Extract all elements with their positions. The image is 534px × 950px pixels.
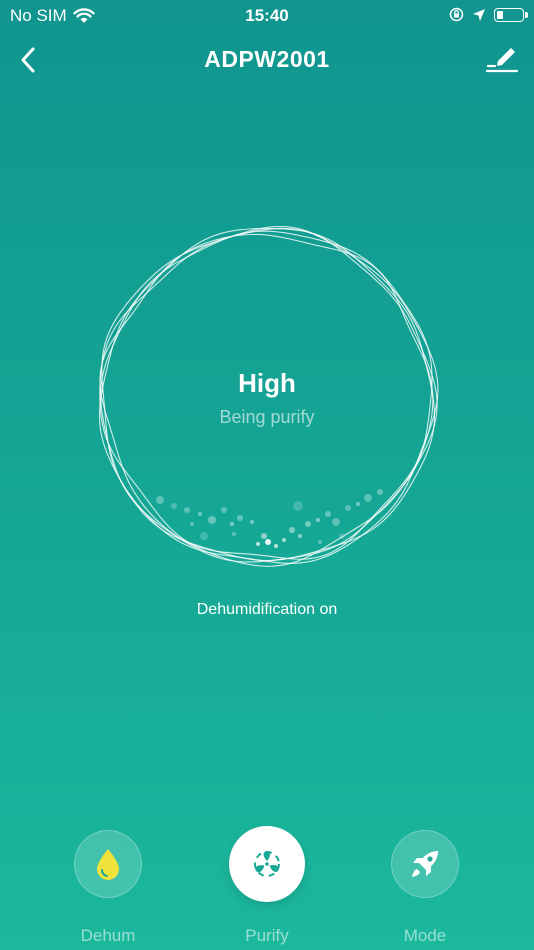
ring-particle — [230, 522, 234, 526]
status-ring — [92, 224, 442, 574]
ring-particle — [325, 511, 331, 517]
purify-label: Purify — [245, 926, 289, 945]
ring-particle — [237, 515, 243, 521]
ring-particle — [184, 507, 190, 513]
mode-label: Mode — [403, 926, 447, 945]
edit-button[interactable] — [484, 42, 520, 78]
status-bar: No SIM 15:40 — [0, 0, 534, 30]
water-drop-icon — [97, 849, 119, 880]
dehum-label: Dehum — [80, 926, 136, 945]
ring-particle — [289, 527, 295, 533]
dehum-circle[interactable] — [74, 830, 142, 898]
rocket-icon — [412, 851, 438, 877]
purify-button[interactable]: Purify — [207, 826, 327, 945]
fan-icon — [254, 851, 280, 877]
ring-particle — [198, 512, 202, 516]
dehumidification-status: Dehumidification on — [196, 601, 338, 618]
edit-pencil-icon — [485, 48, 519, 73]
ring-particle — [364, 494, 372, 502]
ring-particle — [318, 540, 322, 544]
ring-particle — [256, 542, 260, 546]
ring-particle — [298, 534, 302, 538]
ring-particle — [339, 533, 345, 539]
ring-particle — [282, 538, 286, 542]
ring-particle — [190, 522, 194, 526]
purify-circle[interactable] — [229, 826, 305, 902]
battery-level — [497, 10, 503, 19]
ring-particle — [274, 544, 278, 548]
ring-particle — [265, 539, 271, 545]
orientation-lock-icon — [449, 7, 464, 22]
ring-particle — [332, 518, 340, 526]
ring-particle — [305, 521, 311, 527]
dehum-button[interactable]: Dehum — [48, 826, 168, 945]
ring-particle — [232, 532, 236, 536]
mode-status-text: Being purify — [219, 407, 315, 427]
ring-particle — [156, 496, 164, 504]
ring-particle — [221, 507, 227, 513]
ring-particle — [208, 516, 216, 524]
ring-particle — [293, 501, 303, 511]
mode-button[interactable]: Mode — [365, 826, 485, 945]
battery-icon — [494, 7, 528, 22]
status-bar-right — [449, 7, 528, 22]
mode-circle[interactable] — [391, 830, 459, 898]
ring-particle — [316, 518, 320, 522]
mode-level-text: High — [238, 368, 296, 398]
location-arrow-icon — [473, 8, 485, 21]
purify-ring-graphic — [98, 225, 439, 567]
ring-particle — [345, 505, 351, 511]
ring-particle — [171, 503, 177, 509]
ring-particle — [377, 489, 383, 495]
nav-bar: ADPW2001 — [0, 38, 534, 82]
page-title: ADPW2001 — [204, 46, 330, 72]
ring-particle — [200, 532, 208, 540]
ring-particle — [356, 502, 360, 506]
ring-particle — [250, 520, 254, 524]
ring-particle — [261, 533, 267, 539]
